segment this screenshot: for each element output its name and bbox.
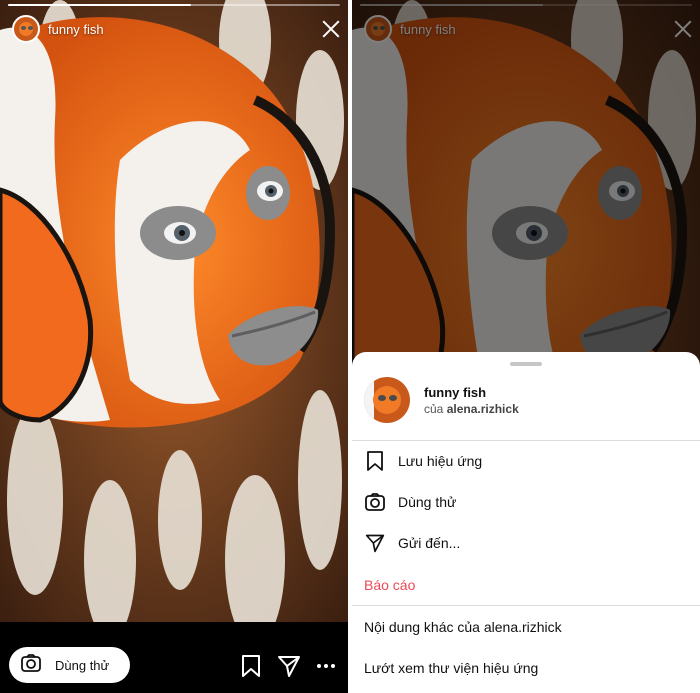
- menu-item-label: Lưu hiệu ứng: [398, 453, 483, 469]
- story-bottom-bar: Dùng thử: [0, 622, 348, 693]
- more-icon[interactable]: [314, 654, 338, 678]
- menu-item-try-effect[interactable]: Dùng thử: [352, 482, 700, 522]
- story-progress-fill: [8, 4, 191, 6]
- menu-item-save-effect[interactable]: Lưu hiệu ứng: [352, 441, 700, 481]
- menu-item-browse-effects[interactable]: Lướt xem thư viện hiệu ứng: [352, 648, 700, 688]
- menu-item-label: Lướt xem thư viện hiệu ứng: [364, 660, 539, 676]
- effect-name: funny fish: [424, 384, 487, 400]
- options-sheet: funny fish của alena.rizhick Lưu hiệu ứn…: [352, 352, 700, 693]
- send-icon: [364, 532, 386, 554]
- menu-item-report[interactable]: Báo cáo: [352, 565, 700, 605]
- story-header[interactable]: funny fish: [12, 14, 104, 44]
- menu-item-label: Nội dung khác của alena.rizhick: [364, 619, 562, 635]
- story-title[interactable]: funny fish: [48, 22, 104, 37]
- try-effect-button[interactable]: Dùng thử: [9, 647, 130, 683]
- camera-icon: [364, 491, 386, 513]
- divider: [352, 605, 700, 606]
- story-view: funny fish Dùng thử: [0, 0, 348, 693]
- creator-prefix: của: [424, 401, 444, 416]
- story-progress-bar: [8, 4, 340, 6]
- story-options-view: funny fish funny fish của alena.rizhick: [352, 0, 700, 693]
- menu-item-more-from-creator[interactable]: Nội dung khác của alena.rizhick: [352, 607, 700, 647]
- sheet-grabber[interactable]: [510, 362, 542, 366]
- story-photo: [0, 0, 348, 622]
- bookmark-icon: [364, 450, 386, 472]
- menu-item-label: Báo cáo: [364, 577, 416, 593]
- try-effect-label: Dùng thử: [55, 657, 110, 673]
- effect-info[interactable]: funny fish của alena.rizhick: [364, 377, 519, 423]
- send-icon[interactable]: [277, 654, 301, 678]
- menu-item-label: Gửi đến...: [398, 535, 461, 551]
- close-icon[interactable]: [320, 18, 342, 40]
- menu-item-send-to[interactable]: Gửi đến...: [352, 523, 700, 563]
- effect-avatar[interactable]: [364, 377, 410, 423]
- camera-icon: [21, 653, 41, 677]
- avatar[interactable]: [12, 15, 40, 43]
- bookmark-icon[interactable]: [240, 654, 264, 678]
- menu-item-label: Dùng thử: [398, 494, 457, 510]
- creator-name[interactable]: alena.rizhick: [447, 402, 519, 416]
- effect-creator[interactable]: của alena.rizhick: [424, 402, 519, 416]
